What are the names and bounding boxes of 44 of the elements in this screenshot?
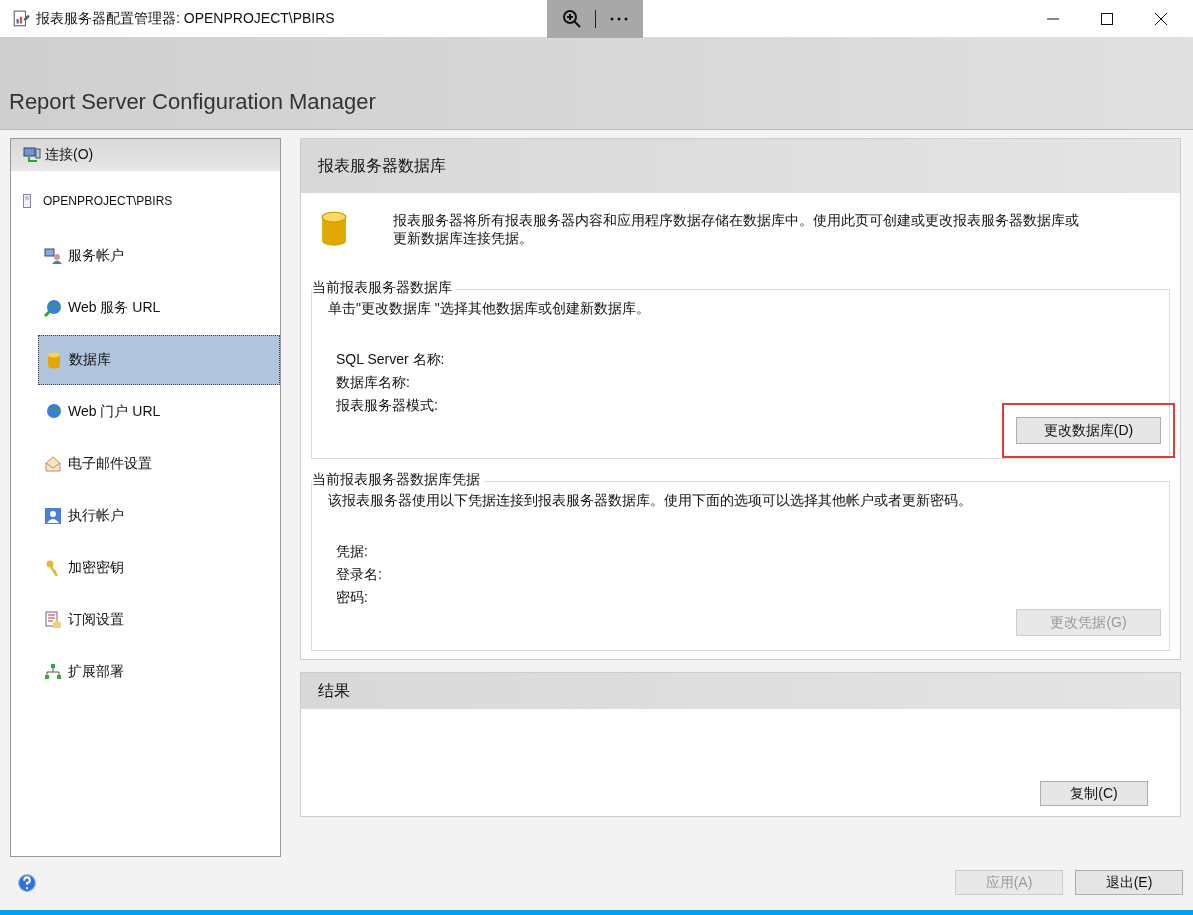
field-label: 凭据:: [336, 542, 369, 561]
field-label: 登录名:: [336, 565, 383, 584]
sidebar-item[interactable]: 订阅设置: [38, 595, 280, 645]
group-legend: 当前报表服务器数据库: [312, 279, 456, 297]
server-icon: [23, 194, 31, 208]
intro-text: 报表服务器将所有报表服务器内容和应用程序数据存储在数据库中。使用此页可创建或更改报表服务器数据库或更新数据库连接凭据。: [393, 211, 1080, 247]
sidebar-item[interactable]: Web 服务 URL: [38, 283, 280, 333]
envelope-icon: [44, 455, 62, 473]
field-label: 密码:: [336, 588, 369, 607]
sidebar-item[interactable]: 电子邮件设置: [38, 439, 280, 489]
sidebar-item[interactable]: 扩展部署: [38, 647, 280, 697]
app-icon: [12, 9, 30, 28]
document-icon: [44, 611, 62, 629]
database-icon: [45, 351, 63, 369]
field-label: 数据库名称:: [336, 373, 411, 392]
sidebar-item[interactable]: 加密密钥: [38, 543, 280, 593]
sidebar-item[interactable]: 服务帐户: [38, 231, 280, 281]
maximize-icon[interactable]: [1101, 12, 1113, 25]
field-label: 报表服务器模式:: [336, 396, 439, 415]
window-title: 报表服务器配置管理器: OPENPROJECT\PBIRS: [36, 9, 335, 28]
server-name: OPENPROJECT\PBIRS: [43, 194, 173, 208]
help-icon[interactable]: [18, 873, 36, 892]
group-hint: 该报表服务器使用以下凭据连接到报表服务器数据库。使用下面的选项可以选择其他帐户或者更新密码。: [328, 492, 973, 510]
page-title: 报表服务器数据库: [318, 155, 446, 176]
group-legend: 当前报表服务器数据库凭据: [312, 471, 484, 489]
more-icon[interactable]: [608, 16, 629, 22]
person-icon: [44, 507, 62, 525]
hierarchy-icon: [44, 663, 62, 681]
close-icon[interactable]: [1155, 12, 1167, 25]
sidebar-item[interactable]: Web 门户 URL: [38, 387, 280, 437]
sidebar-item[interactable]: 数据库: [38, 335, 280, 385]
sidebar-item[interactable]: 执行帐户: [38, 491, 280, 541]
change-database-button[interactable]: 更改数据库(D): [1016, 417, 1161, 444]
footer-button[interactable]: 退出(E): [1075, 870, 1183, 895]
field-label: SQL Server 名称:: [336, 350, 446, 369]
copy-button[interactable]: 复制(C): [1040, 781, 1148, 806]
group-hint: 单击"更改数据库 "选择其他数据库或创建新数据库。: [328, 300, 651, 318]
connect-icon: [23, 146, 41, 164]
results-title: 结果: [318, 680, 350, 701]
zoom-in-icon[interactable]: [561, 9, 582, 29]
database-icon: [321, 211, 347, 247]
users-icon: [44, 247, 62, 265]
app-title: Report Server Configuration Manager: [9, 89, 376, 115]
connect-button[interactable]: 连接(O): [11, 139, 280, 171]
